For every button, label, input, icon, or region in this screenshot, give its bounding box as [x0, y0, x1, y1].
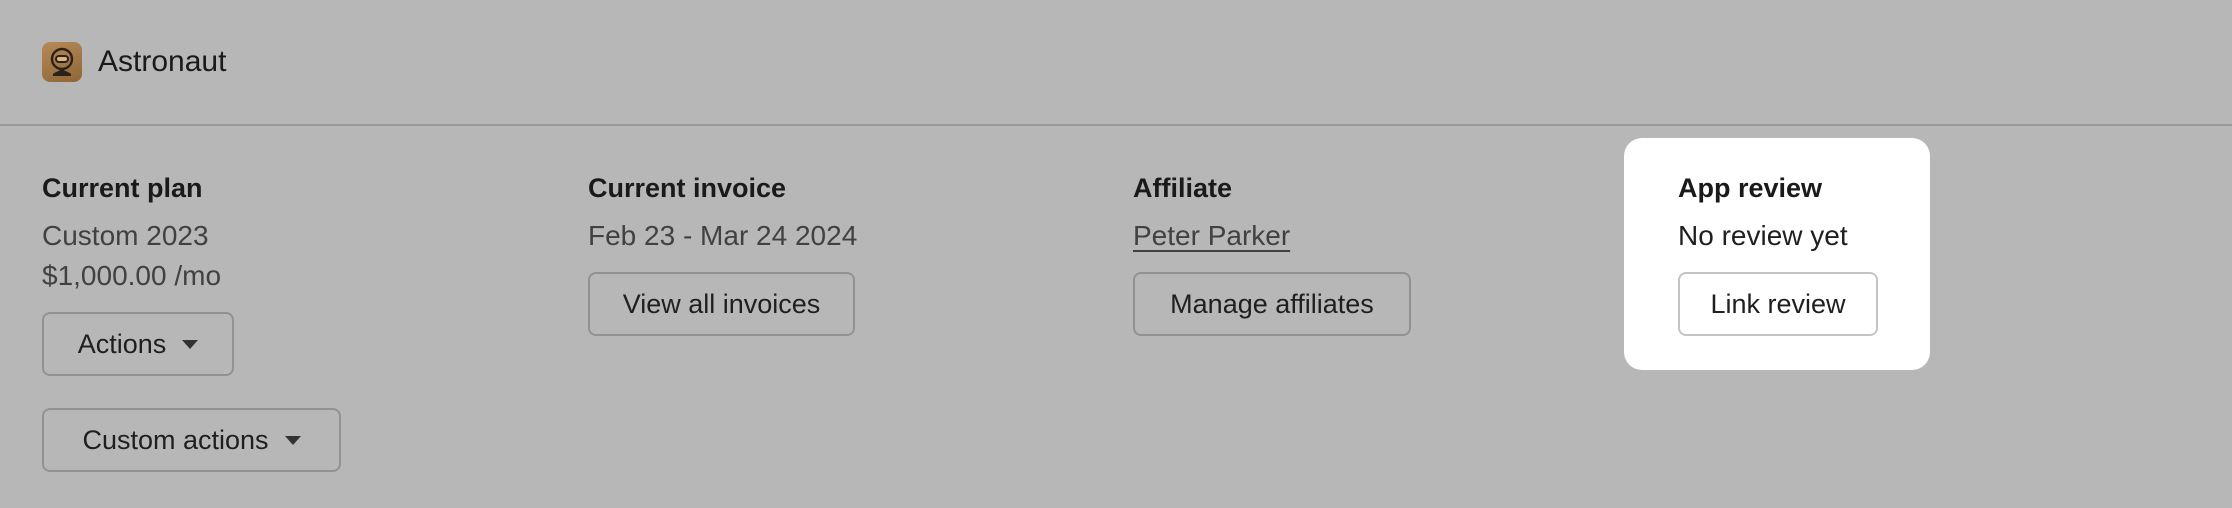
current-plan-section: Current plan Custom 2023 $1,000.00 /mo — [42, 164, 221, 300]
astronaut-icon — [42, 42, 82, 82]
actions-button-label: Actions — [77, 328, 167, 359]
plan-price: $1,000.00 /mo — [42, 260, 222, 291]
manage-affiliates-button[interactable]: Manage affiliates — [1133, 272, 1411, 336]
link-review-label: Link review — [1710, 288, 1846, 319]
current-invoice-section: Current invoice Feb 23 - Mar 24 2024 — [588, 164, 857, 260]
review-status: No review yet — [1678, 220, 1848, 251]
custom-actions-button-label: Custom actions — [82, 424, 269, 455]
affiliate-section: Affiliate Peter Parker — [1133, 164, 1290, 260]
app-title: Astronaut — [98, 45, 227, 78]
current-invoice-heading: Current invoice — [588, 173, 787, 203]
actions-dropdown-button[interactable]: Actions — [42, 312, 234, 376]
app-header: Astronaut — [0, 0, 2232, 126]
invoice-period: Feb 23 - Mar 24 2024 — [588, 220, 858, 251]
link-review-button[interactable]: Link review — [1678, 272, 1878, 336]
custom-actions-dropdown-button[interactable]: Custom actions — [42, 408, 341, 472]
app-review-card: App review No review yet Link review — [1624, 138, 1930, 370]
caret-down-icon — [182, 339, 199, 349]
current-plan-heading: Current plan — [42, 173, 203, 203]
app-review-heading: App review — [1678, 173, 1823, 203]
caret-down-icon — [284, 435, 301, 445]
view-all-invoices-label: View all invoices — [622, 288, 821, 319]
affiliate-name-link[interactable]: Peter Parker — [1133, 212, 1290, 260]
manage-affiliates-label: Manage affiliates — [1170, 288, 1374, 319]
affiliate-heading: Affiliate — [1133, 173, 1233, 203]
view-all-invoices-button[interactable]: View all invoices — [588, 272, 855, 336]
